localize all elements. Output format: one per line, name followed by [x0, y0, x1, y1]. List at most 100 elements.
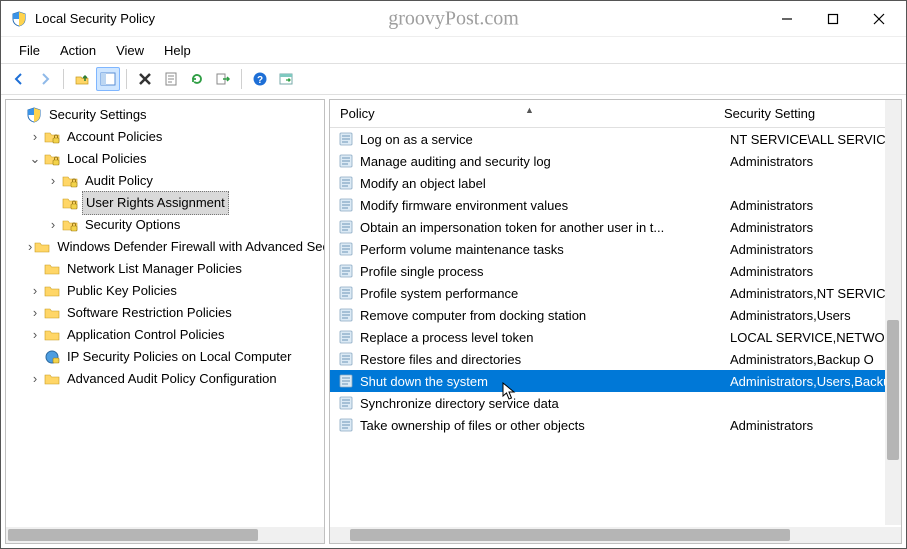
- toolbar-separator: [241, 69, 242, 89]
- folder-lock-icon: [44, 129, 60, 145]
- tree-item[interactable]: ⌄ Local Policies: [28, 148, 324, 170]
- policy-row[interactable]: Profile system performanceAdministrators…: [330, 282, 901, 304]
- policy-setting: LOCAL SERVICE,NETWORK: [726, 330, 901, 345]
- tree-item-label: Security Options: [82, 214, 183, 236]
- policy-name: Take ownership of files or other objects: [360, 418, 726, 433]
- maximize-button[interactable]: [810, 3, 856, 35]
- policy-setting: Administrators: [726, 418, 901, 433]
- column-setting[interactable]: Security Setting: [720, 106, 901, 121]
- list-v-thumb[interactable]: [887, 320, 899, 460]
- policy-row[interactable]: Replace a process level tokenLOCAL SERVI…: [330, 326, 901, 348]
- tree-item-label: Audit Policy: [82, 170, 156, 192]
- title-bar: Local Security Policy groovyPost.com: [1, 1, 906, 37]
- policy-row[interactable]: Profile single processAdministrators: [330, 260, 901, 282]
- policy-row[interactable]: Restore files and directoriesAdministrat…: [330, 348, 901, 370]
- policy-row[interactable]: Modify an object label: [330, 172, 901, 194]
- menu-action[interactable]: Action: [50, 41, 106, 60]
- policy-row[interactable]: Manage auditing and security logAdminist…: [330, 150, 901, 172]
- close-button[interactable]: [856, 3, 902, 35]
- back-icon[interactable]: [7, 67, 31, 91]
- up-icon[interactable]: [70, 67, 94, 91]
- tree-item[interactable]: ›Application Control Policies: [28, 324, 324, 346]
- expander-icon[interactable]: ›: [46, 214, 60, 236]
- policy-icon: [338, 263, 354, 279]
- policy-row[interactable]: Obtain an impersonation token for anothe…: [330, 216, 901, 238]
- tree-item-label: Software Restriction Policies: [64, 302, 235, 324]
- policy-setting: Administrators,Users: [726, 308, 901, 323]
- folder-icon: [44, 261, 60, 277]
- tree-item[interactable]: › Public Key Policies: [28, 280, 324, 302]
- tree-h-scrollbar[interactable]: [6, 527, 324, 543]
- policy-row[interactable]: Synchronize directory service data: [330, 392, 901, 414]
- policy-row[interactable]: Take ownership of files or other objects…: [330, 414, 901, 436]
- delete-icon[interactable]: [133, 67, 157, 91]
- list-v-scrollbar[interactable]: [885, 100, 901, 525]
- shield-icon: [26, 107, 42, 123]
- expander-icon[interactable]: ⌄: [28, 148, 42, 170]
- tree[interactable]: Security Settings›Account Policies⌄ Local…: [6, 100, 324, 394]
- tree-h-thumb[interactable]: [8, 529, 258, 541]
- policy-name: Synchronize directory service data: [360, 396, 726, 411]
- tree-item[interactable]: ›Advanced Audit Policy Configuration: [28, 368, 324, 390]
- policy-icon: [338, 219, 354, 235]
- minimize-button[interactable]: [764, 3, 810, 35]
- properties-icon[interactable]: [159, 67, 183, 91]
- policy-row[interactable]: Remove computer from docking stationAdmi…: [330, 304, 901, 326]
- policy-icon: [338, 131, 354, 147]
- policy-icon: [338, 417, 354, 433]
- forward-icon[interactable]: [33, 67, 57, 91]
- tree-item-label: Local Policies: [64, 148, 150, 170]
- show-hide-tree-icon[interactable]: [96, 67, 120, 91]
- policy-row[interactable]: Perform volume maintenance tasksAdminist…: [330, 238, 901, 260]
- folder-icon: [44, 305, 60, 321]
- policy-icon: [338, 175, 354, 191]
- tree-root[interactable]: Security Settings: [10, 104, 324, 126]
- policy-setting: Administrators: [726, 264, 901, 279]
- menu-file[interactable]: File: [9, 41, 50, 60]
- menu-help[interactable]: Help: [154, 41, 201, 60]
- tree-item-label: Public Key Policies: [64, 280, 180, 302]
- tree-pane: Security Settings›Account Policies⌄ Local…: [5, 99, 325, 544]
- tree-item[interactable]: › Security Options: [46, 214, 324, 236]
- export-icon[interactable]: [211, 67, 235, 91]
- policy-icon: [338, 307, 354, 323]
- list-h-scrollbar[interactable]: [330, 527, 901, 543]
- toolbar-separator: [63, 69, 64, 89]
- toolbar: ?: [1, 63, 906, 95]
- tree-item[interactable]: Network List Manager Policies: [28, 258, 324, 280]
- tree-item-label: Network List Manager Policies: [64, 258, 245, 280]
- refresh-icon[interactable]: [185, 67, 209, 91]
- tree-item[interactable]: › Audit Policy: [46, 170, 324, 192]
- column-policy[interactable]: Policy ▲: [330, 106, 720, 121]
- policy-row[interactable]: Shut down the systemAdministrators,Users…: [330, 370, 901, 392]
- action-icon[interactable]: [274, 67, 298, 91]
- watermark: groovyPost.com: [388, 7, 519, 30]
- policy-row[interactable]: Log on as a serviceNT SERVICE\ALL SERVIC…: [330, 128, 901, 150]
- tree-item[interactable]: IP Security Policies on Local Computer: [28, 346, 324, 368]
- tree-item[interactable]: ›Windows Defender Firewall with Advanced…: [28, 236, 324, 258]
- expander-icon[interactable]: ›: [28, 324, 42, 346]
- folder-lock-icon: [44, 151, 60, 167]
- expander-icon[interactable]: ›: [28, 368, 42, 390]
- list-body[interactable]: Log on as a serviceNT SERVICE\ALL SERVIC…: [330, 128, 901, 543]
- menu-view[interactable]: View: [106, 41, 154, 60]
- policy-name: Obtain an impersonation token for anothe…: [360, 220, 726, 235]
- expander-icon[interactable]: ›: [28, 280, 42, 302]
- folder-icon: [44, 283, 60, 299]
- tree-item[interactable]: User Rights Assignment: [46, 192, 324, 214]
- expander-icon[interactable]: ›: [46, 170, 60, 192]
- expander-icon[interactable]: ›: [28, 236, 32, 258]
- policy-name: Manage auditing and security log: [360, 154, 726, 169]
- policy-row[interactable]: Modify firmware environment valuesAdmini…: [330, 194, 901, 216]
- policy-name: Profile single process: [360, 264, 726, 279]
- tree-root-label[interactable]: Security Settings: [46, 104, 150, 126]
- tree-item[interactable]: ›Account Policies: [28, 126, 324, 148]
- policy-name: Remove computer from docking station: [360, 308, 726, 323]
- list-h-thumb[interactable]: [350, 529, 790, 541]
- expander-icon[interactable]: ›: [28, 302, 42, 324]
- policy-setting: Administrators: [726, 198, 901, 213]
- tree-item[interactable]: › Software Restriction Policies: [28, 302, 324, 324]
- policy-icon: [338, 153, 354, 169]
- expander-icon[interactable]: ›: [28, 126, 42, 148]
- help-icon[interactable]: ?: [248, 67, 272, 91]
